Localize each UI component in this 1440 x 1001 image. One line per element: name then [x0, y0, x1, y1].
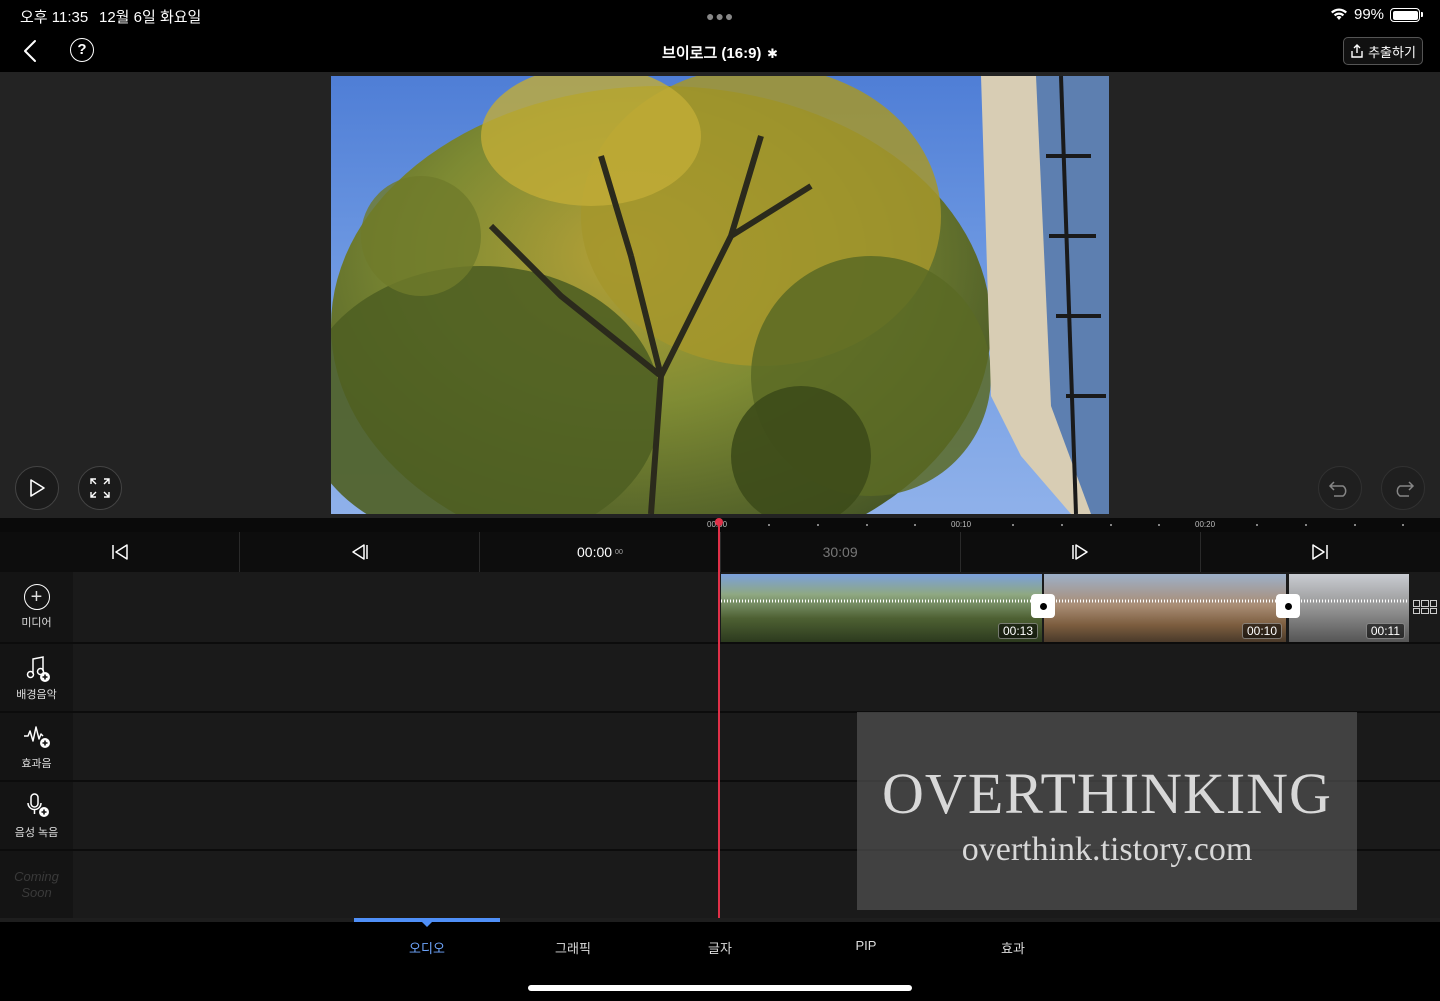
- waveform-plus-icon: [23, 725, 50, 748]
- export-label: 추출하기: [1368, 44, 1416, 60]
- audio-waveform: [721, 599, 1042, 603]
- top-navigation: ? 브이로그 (16:9) ✱ 추출하기: [0, 30, 1440, 72]
- voice-track-label: 음성 녹음: [14, 826, 59, 839]
- transport-controls: 00:00 00 30:09: [0, 532, 1440, 572]
- tab-graphics[interactable]: 그래픽: [500, 938, 646, 957]
- add-sfx-button[interactable]: 효과음: [0, 713, 73, 780]
- video-clip[interactable]: 00:11: [1289, 574, 1409, 642]
- sfx-track-label: 효과음: [21, 757, 52, 770]
- next-frame-button[interactable]: [961, 532, 1201, 572]
- active-tab-indicator: [354, 918, 500, 927]
- gear-icon[interactable]: ✱: [763, 46, 778, 61]
- redo-icon: [1396, 481, 1415, 497]
- music-note-plus-icon: [26, 655, 50, 682]
- watermark-url: overthink.tistory.com: [961, 831, 1253, 868]
- skip-to-end-icon: [1312, 544, 1329, 560]
- skip-to-start-icon: [111, 544, 128, 560]
- status-time: 오후 11:35: [20, 9, 89, 26]
- help-icon[interactable]: ?: [70, 38, 94, 62]
- status-bar: 오후 11:35 12월 6일 화요일 ●●● 99%: [0, 0, 1440, 30]
- add-bgm-button[interactable]: 배경음악: [0, 644, 73, 711]
- project-title-text: 브이로그 (16:9): [662, 45, 762, 62]
- watermark-title: OVERTHINKING: [882, 761, 1332, 826]
- current-frames: 00: [615, 548, 623, 556]
- transition-button[interactable]: [1031, 594, 1055, 618]
- back-chevron-icon[interactable]: [18, 37, 44, 65]
- fullscreen-icon: [90, 478, 110, 498]
- plus-icon: +: [23, 584, 50, 610]
- media-track: + 미디어 00:13 00:10 00:11: [0, 572, 1440, 644]
- redo-button[interactable]: [1381, 466, 1425, 510]
- clip-grid-icon[interactable]: [1413, 600, 1437, 614]
- clip-duration: 00:10: [1241, 623, 1282, 639]
- tab-audio[interactable]: 오디오: [354, 938, 500, 957]
- wifi-icon: [1331, 8, 1347, 20]
- project-title[interactable]: 브이로그 (16:9) ✱: [600, 42, 840, 63]
- audio-waveform: [1044, 599, 1286, 603]
- clip-duration: 00:13: [997, 623, 1038, 639]
- home-indicator[interactable]: [528, 985, 912, 991]
- ruler-label: 00:20: [1195, 520, 1216, 529]
- watermark: OVERTHINKING overthink.tistory.com: [857, 712, 1357, 910]
- playhead[interactable]: [715, 518, 723, 918]
- share-icon: [1351, 44, 1363, 58]
- step-forward-icon: [1072, 544, 1089, 560]
- step-back-icon: [352, 544, 368, 560]
- undo-icon: [1328, 481, 1347, 497]
- clip-duration: 00:11: [1365, 623, 1405, 639]
- coming-soon-label: Coming Soon: [0, 851, 73, 918]
- add-voice-recording-button[interactable]: 음성 녹음: [0, 782, 73, 849]
- export-button[interactable]: 추출하기: [1343, 37, 1423, 65]
- status-date: 12월 6일 화요일: [99, 9, 202, 26]
- tree-scene-image: [331, 76, 1109, 514]
- video-frame[interactable]: [331, 76, 1109, 514]
- undo-button[interactable]: [1318, 466, 1362, 510]
- jump-to-start-button[interactable]: [0, 532, 241, 572]
- microphone-plus-icon: [26, 792, 49, 817]
- bgm-track: 배경음악: [0, 644, 1440, 713]
- current-time: 00:00: [577, 544, 613, 560]
- video-preview-area: [0, 72, 1440, 518]
- transition-button[interactable]: [1276, 594, 1300, 618]
- battery-icon: [1390, 8, 1423, 22]
- multitasking-dots-icon[interactable]: ●●●: [706, 8, 734, 24]
- add-media-button[interactable]: + 미디어: [0, 572, 73, 642]
- fullscreen-button[interactable]: [78, 466, 122, 510]
- video-clip[interactable]: 00:10: [1044, 574, 1286, 642]
- battery-percentage: 99%: [1354, 6, 1385, 23]
- current-timecode: 00:00 00: [480, 532, 721, 572]
- jump-to-end-button[interactable]: [1201, 532, 1440, 572]
- media-track-label: 미디어: [21, 617, 52, 629]
- tab-pip[interactable]: PIP: [793, 938, 939, 953]
- tab-text[interactable]: 글자: [647, 938, 793, 957]
- play-icon: [30, 479, 45, 497]
- previous-frame-button[interactable]: [240, 532, 481, 572]
- video-clip[interactable]: 00:13: [721, 574, 1042, 642]
- play-button[interactable]: [15, 466, 59, 510]
- ruler-label: 00:10: [951, 520, 972, 529]
- bgm-track-label: 배경음악: [16, 688, 57, 701]
- total-duration: 30:09: [721, 532, 961, 572]
- tab-effects[interactable]: 효과: [940, 938, 1086, 957]
- audio-waveform: [1289, 599, 1409, 603]
